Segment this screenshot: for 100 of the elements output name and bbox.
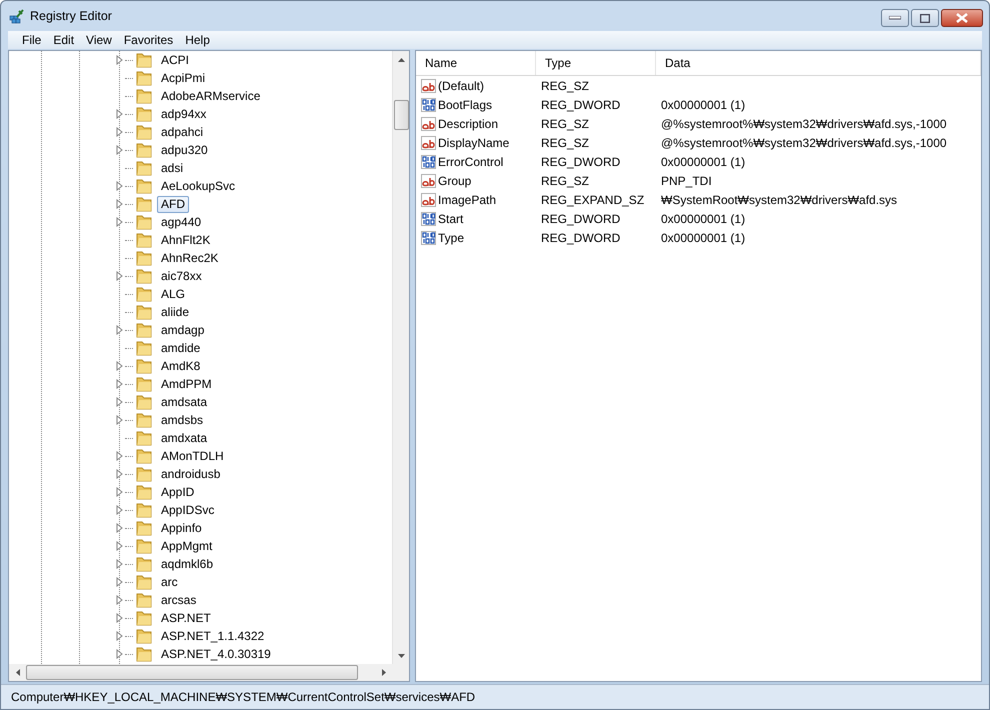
expand-arrow-icon[interactable]	[115, 649, 125, 659]
maximize-icon[interactable]	[920, 14, 930, 22]
expand-arrow-icon[interactable]	[115, 469, 125, 479]
tree-item[interactable]: AMonTDLH	[157, 448, 228, 464]
tree-item[interactable]: amdsata	[157, 394, 212, 410]
value-data: 0x00000001 (1)	[660, 212, 746, 226]
value-name[interactable]: BootFlags	[438, 98, 492, 112]
expand-arrow-icon[interactable]	[115, 523, 125, 533]
tree-item[interactable]: AcpiPmi	[157, 70, 210, 86]
window-title: Registry Editor	[30, 9, 112, 23]
tree-item[interactable]: AmdK8	[157, 358, 204, 374]
menu-item[interactable]: Edit	[47, 33, 80, 47]
expand-arrow-icon[interactable]	[115, 505, 125, 515]
expand-arrow-icon[interactable]	[115, 181, 125, 191]
tree-item[interactable]: AppIDSvc	[157, 502, 218, 518]
tree-item[interactable]: adsi	[157, 160, 188, 176]
tree-item[interactable]: AppID	[157, 484, 198, 500]
tree-item[interactable]: aliide	[157, 304, 194, 320]
expand-arrow-icon[interactable]	[115, 271, 125, 281]
column-header[interactable]: Type	[536, 51, 656, 75]
expand-arrow-icon[interactable]	[115, 613, 125, 623]
expand-arrow-icon[interactable]	[115, 55, 125, 65]
folder-icon	[135, 376, 153, 392]
string-value-icon	[421, 192, 437, 208]
expand-arrow-icon[interactable]	[115, 325, 125, 335]
value-name[interactable]: Group	[438, 174, 472, 188]
expand-arrow-icon[interactable]	[115, 631, 125, 641]
value-type: REG_SZ	[540, 78, 590, 92]
expand-arrow-icon[interactable]	[115, 199, 125, 209]
expand-arrow-icon[interactable]	[115, 595, 125, 605]
value-name[interactable]: Description	[438, 116, 498, 130]
scrollbar-thumb[interactable]	[394, 100, 408, 130]
expand-arrow-icon[interactable]	[115, 541, 125, 551]
tree-item[interactable]: adpahci	[157, 124, 208, 140]
close-icon[interactable]	[956, 13, 968, 23]
maximize-button[interactable]	[911, 9, 939, 27]
expand-arrow-icon[interactable]	[115, 577, 125, 587]
tree-item[interactable]: ASP.NET	[157, 610, 215, 626]
tree-item[interactable]: amdxata	[157, 430, 212, 446]
folder-icon	[135, 160, 153, 176]
expand-arrow-icon[interactable]	[115, 559, 125, 569]
expand-arrow-icon[interactable]	[115, 127, 125, 137]
tree-item[interactable]: adpu320	[157, 142, 212, 158]
value-name[interactable]: ImagePath	[438, 192, 496, 206]
binary-value-icon	[421, 210, 437, 226]
expand-arrow-icon[interactable]	[115, 379, 125, 389]
folder-icon	[135, 88, 153, 104]
expand-arrow-icon[interactable]	[115, 217, 125, 227]
tree-item[interactable]: arc	[157, 574, 182, 590]
registry-icon	[9, 8, 25, 24]
tree-item[interactable]: androidusb	[157, 466, 224, 482]
menu-item[interactable]: Help	[179, 33, 216, 47]
expand-arrow-icon[interactable]	[115, 145, 125, 155]
expand-arrow-icon[interactable]	[115, 487, 125, 497]
tree-item[interactable]: adp94xx	[157, 106, 210, 122]
tree-item[interactable]: AmdPPM	[157, 376, 216, 392]
tree-item[interactable]: aic78xx	[157, 268, 206, 284]
tree-item[interactable]: ALG	[157, 286, 190, 302]
value-data: ₩SystemRoot₩system32₩drivers₩afd.sys	[660, 192, 898, 206]
tree-item[interactable]: AdobeARMservice	[157, 88, 264, 104]
folder-icon	[135, 196, 153, 212]
value-name[interactable]: DisplayName	[438, 136, 510, 150]
menu-item[interactable]: View	[80, 33, 118, 47]
expand-arrow-icon[interactable]	[115, 451, 125, 461]
tree-item[interactable]: Appinfo	[157, 520, 206, 536]
tree-item[interactable]: aqdmkl6b	[157, 556, 218, 572]
tree-item[interactable]: AFD	[157, 196, 189, 212]
column-header[interactable]: Name	[416, 51, 536, 75]
menu-item[interactable]: File	[16, 33, 48, 47]
tree-item[interactable]: AppMgmt	[157, 538, 216, 554]
tree-item[interactable]: amdide	[157, 340, 204, 356]
minimize-button[interactable]	[881, 9, 909, 27]
scrollbar-thumb[interactable]	[26, 665, 358, 680]
expand-arrow-icon[interactable]	[115, 415, 125, 425]
close-button[interactable]	[941, 9, 983, 27]
folder-icon	[135, 574, 153, 590]
minimize-icon[interactable]	[889, 16, 901, 20]
string-value-icon	[421, 172, 437, 188]
value-name[interactable]: Start	[438, 212, 464, 226]
column-header[interactable]: Data	[656, 51, 981, 75]
tree-item[interactable]: arcsas	[157, 592, 200, 608]
expand-arrow-icon[interactable]	[115, 361, 125, 371]
expand-arrow-icon[interactable]	[115, 397, 125, 407]
tree-item[interactable]: AeLookupSvc	[157, 178, 240, 194]
value-name[interactable]: ErrorControl	[438, 154, 504, 168]
expand-arrow-icon[interactable]	[115, 109, 125, 119]
tree-item[interactable]: ACPI	[157, 52, 194, 68]
tree-item[interactable]: ASP.NET_1.1.4322	[157, 628, 268, 644]
tree-item[interactable]: AhnFlt2K	[157, 232, 214, 248]
folder-icon	[135, 52, 153, 68]
tree-item[interactable]: ASP.NET_4.0.30319	[157, 646, 275, 662]
tree-item[interactable]: amdsbs	[157, 412, 208, 428]
menu-item[interactable]: Favorites	[118, 33, 180, 47]
tree-item[interactable]: AhnRec2K	[157, 250, 222, 266]
tree-item[interactable]: amdagp	[157, 322, 208, 338]
value-name[interactable]: Type	[438, 230, 464, 244]
folder-icon	[135, 268, 153, 284]
tree-item[interactable]: agp440	[157, 214, 206, 230]
value-name[interactable]: (Default)	[438, 78, 484, 92]
folder-icon	[135, 70, 153, 86]
